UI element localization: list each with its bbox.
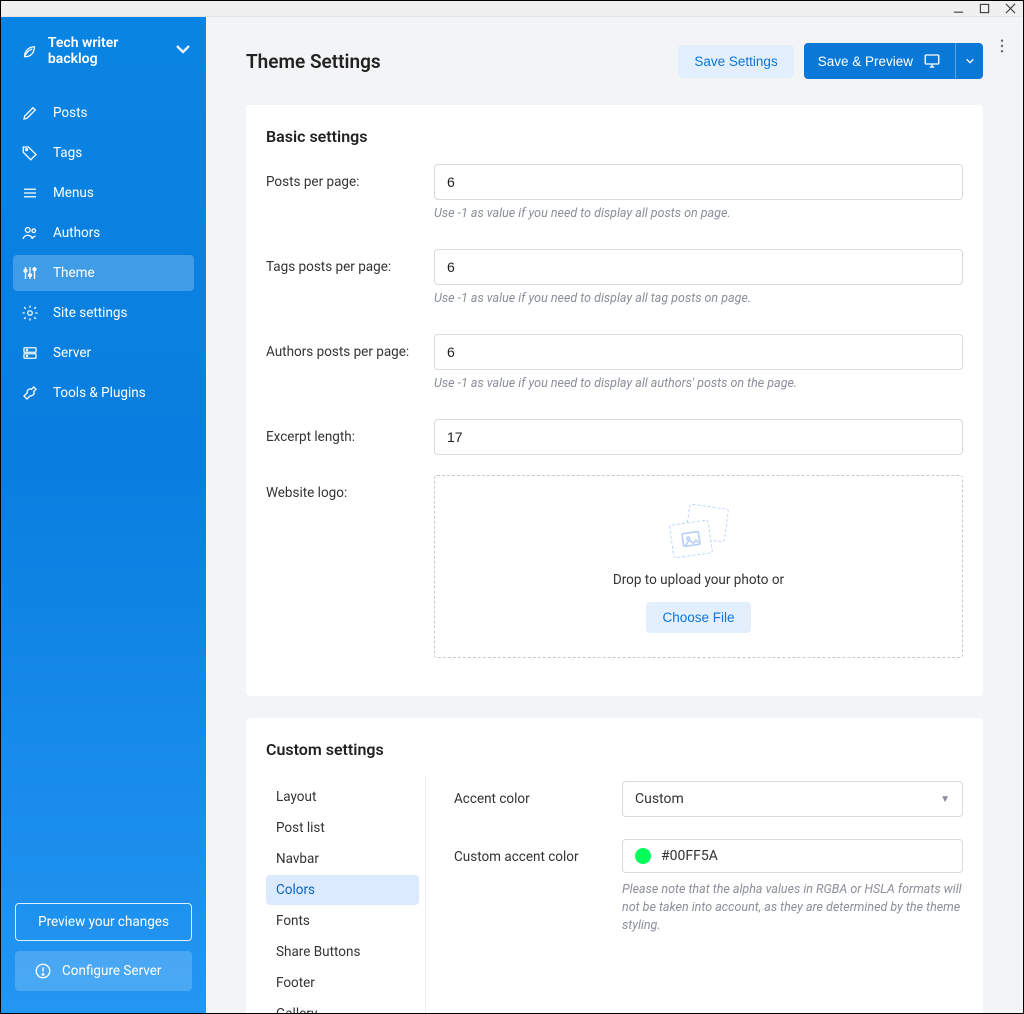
menu-icon xyxy=(21,184,39,202)
tags-posts-per-page-input[interactable] xyxy=(434,249,963,285)
chevron-down-icon: ▼ xyxy=(940,794,950,805)
posts-per-page-help: Use -1 as value if you need to display a… xyxy=(434,206,963,221)
tag-icon xyxy=(21,144,39,162)
sidebar-nav: Posts Tags Menus Authors Theme xyxy=(1,91,206,415)
save-preview-button[interactable]: Save & Preview xyxy=(804,43,955,79)
basic-settings-heading: Basic settings xyxy=(266,127,963,146)
configure-server-button[interactable]: Configure Server xyxy=(15,951,192,991)
tab-gallery[interactable]: Gallery xyxy=(266,999,419,1013)
close-icon[interactable] xyxy=(1003,2,1017,16)
tab-share-buttons[interactable]: Share Buttons xyxy=(266,937,419,967)
tab-colors[interactable]: Colors xyxy=(266,875,419,905)
dropzone-text: Drop to upload your photo or xyxy=(445,572,952,588)
posts-per-page-input[interactable] xyxy=(434,164,963,200)
tab-post-list[interactable]: Post list xyxy=(266,813,419,843)
custom-accent-label: Custom accent color xyxy=(454,839,622,865)
excerpt-length-label: Excerpt length: xyxy=(266,419,434,445)
tab-layout[interactable]: Layout xyxy=(266,782,419,812)
users-icon xyxy=(21,224,39,242)
custom-accent-value: #00FF5A xyxy=(661,848,718,864)
tab-panel-colors: Accent color Custom ▼ Custom accent colo… xyxy=(426,777,963,1013)
sidebar-item-label: Tools & Plugins xyxy=(53,385,146,401)
sidebar-item-authors[interactable]: Authors xyxy=(13,215,194,251)
project-switcher[interactable]: Tech writer backlog xyxy=(1,17,206,85)
wrench-icon xyxy=(21,384,39,402)
custom-accent-note: Please note that the alpha values in RGB… xyxy=(622,881,963,935)
authors-posts-per-page-help: Use -1 as value if you need to display a… xyxy=(434,376,963,391)
accent-color-value: Custom xyxy=(635,791,684,807)
server-icon xyxy=(21,344,39,362)
configure-server-label: Configure Server xyxy=(62,963,161,979)
project-name: Tech writer backlog xyxy=(48,35,164,67)
sidebar-item-site-settings[interactable]: Site settings xyxy=(13,295,194,331)
custom-settings-card: Custom settings Layout Post list Navbar … xyxy=(246,718,983,1013)
authors-posts-per-page-label: Authors posts per page: xyxy=(266,334,434,360)
accent-color-label: Accent color xyxy=(454,781,622,807)
tab-fonts[interactable]: Fonts xyxy=(266,906,419,936)
custom-accent-input[interactable]: #00FF5A xyxy=(622,839,963,873)
alert-circle-icon xyxy=(34,962,52,980)
color-swatch xyxy=(635,848,651,864)
excerpt-length-input[interactable] xyxy=(434,419,963,455)
tags-posts-per-page-help: Use -1 as value if you need to display a… xyxy=(434,291,963,306)
sidebar-item-tags[interactable]: Tags xyxy=(13,135,194,171)
website-logo-dropzone[interactable]: Drop to upload your photo or Choose File xyxy=(434,475,963,658)
sidebar-item-label: Menus xyxy=(53,185,94,201)
save-settings-button[interactable]: Save Settings xyxy=(678,45,793,78)
chevron-down-icon xyxy=(965,56,975,66)
maximize-icon[interactable] xyxy=(977,2,991,16)
leaf-icon xyxy=(21,42,38,60)
preview-changes-button[interactable]: Preview your changes xyxy=(15,903,192,941)
sidebar-item-label: Authors xyxy=(53,225,100,241)
minimize-icon[interactable] xyxy=(951,2,965,16)
accent-color-select[interactable]: Custom ▼ xyxy=(622,781,963,817)
custom-settings-heading: Custom settings xyxy=(266,740,963,759)
sidebar: Tech writer backlog Posts Tags Menus xyxy=(1,17,206,1013)
basic-settings-card: Basic settings Posts per page: Use -1 as… xyxy=(246,105,983,696)
sidebar-item-label: Site settings xyxy=(53,305,127,321)
more-options-button[interactable] xyxy=(993,37,1011,59)
posts-per-page-label: Posts per page: xyxy=(266,164,434,190)
tab-navbar[interactable]: Navbar xyxy=(266,844,419,874)
sidebar-item-label: Theme xyxy=(53,265,95,281)
sidebar-item-menus[interactable]: Menus xyxy=(13,175,194,211)
choose-file-button[interactable]: Choose File xyxy=(646,602,750,633)
sidebar-item-label: Server xyxy=(53,345,91,361)
save-preview-dropdown[interactable] xyxy=(955,43,983,79)
pencil-icon xyxy=(21,104,39,122)
sidebar-item-theme[interactable]: Theme xyxy=(13,255,194,291)
website-logo-label: Website logo: xyxy=(266,475,434,501)
custom-tab-list: Layout Post list Navbar Colors Fonts Sha… xyxy=(266,777,426,1013)
sliders-icon xyxy=(21,264,39,282)
chevron-down-icon xyxy=(174,40,192,62)
main-content: Theme Settings Save Settings Save & Prev… xyxy=(206,17,1023,1013)
dots-vertical-icon xyxy=(993,37,1011,55)
monitor-icon xyxy=(923,52,941,70)
tags-posts-per-page-label: Tags posts per page: xyxy=(266,249,434,275)
gear-icon xyxy=(21,304,39,322)
save-preview-label: Save & Preview xyxy=(818,54,913,69)
page-title: Theme Settings xyxy=(246,50,381,73)
sidebar-item-tools[interactable]: Tools & Plugins xyxy=(13,375,194,411)
sidebar-item-label: Posts xyxy=(53,105,87,121)
tab-footer[interactable]: Footer xyxy=(266,968,419,998)
window-titlebar xyxy=(1,1,1023,17)
sidebar-item-label: Tags xyxy=(53,145,82,161)
authors-posts-per-page-input[interactable] xyxy=(434,334,963,370)
sidebar-item-posts[interactable]: Posts xyxy=(13,95,194,131)
sidebar-item-server[interactable]: Server xyxy=(13,335,194,371)
image-placeholder-icon xyxy=(671,506,727,556)
